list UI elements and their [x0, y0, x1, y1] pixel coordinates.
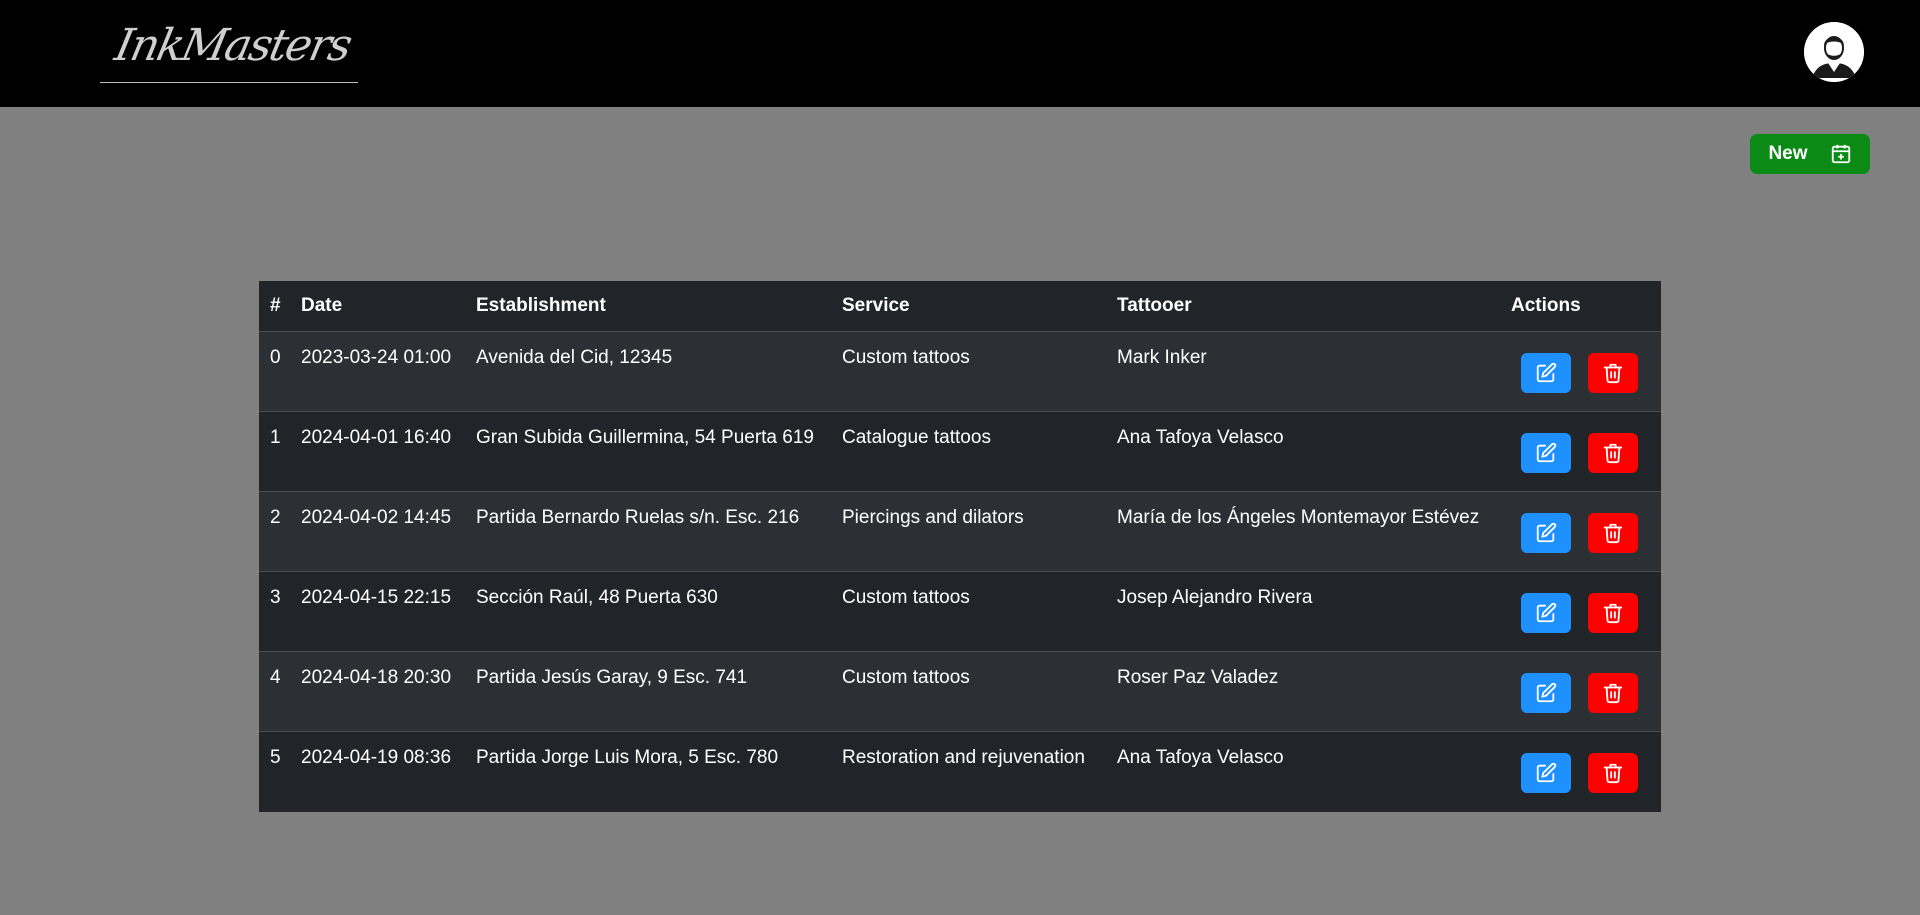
brand-name: InkMasters [110, 20, 356, 71]
new-button-label: New [1768, 143, 1808, 164]
edit-button[interactable] [1521, 673, 1571, 713]
user-avatar-icon[interactable] [1804, 22, 1864, 82]
cell-tattooer: Josep Alejandro Rivera [1106, 571, 1500, 652]
cell-id: 0 [259, 331, 290, 412]
column-header-id: # [259, 281, 290, 332]
cell-service: Piercings and dilators [831, 491, 1106, 572]
cell-tattooer: Mark Inker [1106, 331, 1500, 412]
edit-button[interactable] [1521, 593, 1571, 633]
calendar-plus-icon [1830, 143, 1852, 165]
table-header-row: # Date Establishment Service Tattooer Ac… [259, 281, 1661, 332]
cell-date: 2024-04-01 16:40 [290, 411, 465, 492]
cell-actions [1500, 331, 1661, 412]
new-appointment-button[interactable]: New [1750, 134, 1870, 174]
cell-id: 1 [259, 411, 290, 492]
cell-service: Restoration and rejuvenation [842, 747, 1085, 768]
cell-date: 2024-04-15 22:15 [290, 571, 465, 652]
delete-button[interactable] [1588, 673, 1638, 713]
cell-id: 3 [259, 571, 290, 652]
edit-button[interactable] [1521, 513, 1571, 553]
navbar: InkMasters [0, 0, 1920, 107]
cell-establishment: Avenida del Cid, 12345 [465, 331, 831, 412]
edit-icon [1535, 442, 1557, 464]
brand-logo[interactable]: InkMasters [100, 14, 358, 83]
cell-id: 2 [259, 491, 290, 572]
edit-icon [1535, 362, 1557, 384]
cell-establishment: Sección Raúl, 48 Puerta 630 [465, 571, 831, 652]
cell-actions [1500, 491, 1661, 572]
cell-service: Custom tattoos [831, 571, 1106, 652]
column-header-date: Date [290, 281, 465, 332]
table-row: 4 2024-04-18 20:30 Partida Jesús Garay, 9 … [259, 651, 1661, 732]
trash-icon [1602, 442, 1624, 464]
table-row: 0 2023-03-24 01:00 Avenida del Cid, 12345 C… [259, 331, 1661, 412]
trash-icon [1602, 762, 1624, 784]
edit-icon [1535, 602, 1557, 624]
edit-button[interactable] [1521, 753, 1571, 793]
cell-service: Catalogue tattoos [831, 411, 1106, 492]
edit-button[interactable] [1521, 353, 1571, 393]
delete-button[interactable] [1588, 513, 1638, 553]
cell-actions [1500, 651, 1661, 732]
trash-icon [1602, 682, 1624, 704]
delete-button[interactable] [1588, 353, 1638, 393]
cell-establishment: Partida Jorge Luis Mora, 5 Esc. 780 [476, 747, 779, 768]
column-header-establishment: Establishment [465, 281, 831, 332]
cell-date: 2024-04-02 14:45 [290, 491, 465, 572]
column-header-actions: Actions [1500, 281, 1661, 332]
cell-tattooer: Roser Paz Valadez [1106, 651, 1500, 732]
delete-button[interactable] [1588, 753, 1638, 793]
cell-date: 2023-03-24 01:00 [290, 331, 465, 412]
table-row: 2 2024-04-02 14:45 Partida Bernardo Ruelas… [259, 491, 1661, 572]
cell-establishment: Partida Bernardo Ruelas s/n. Esc. 216 [465, 491, 831, 572]
cell-actions [1500, 732, 1661, 812]
cell-date: 2024-04-19 08:36 [301, 747, 452, 768]
cell-id: 4 [259, 651, 290, 732]
column-header-tattooer: Tattooer [1106, 281, 1500, 332]
delete-button[interactable] [1588, 593, 1638, 633]
trash-icon [1602, 362, 1624, 384]
cell-establishment: Partida Jesús Garay, 9 Esc. 741 [465, 651, 831, 732]
cell-service: Custom tattoos [831, 331, 1106, 412]
edit-button[interactable] [1521, 433, 1571, 473]
edit-icon [1535, 522, 1557, 544]
cell-tattooer: Ana Tafoya Velasco [1117, 747, 1284, 768]
cell-actions [1500, 571, 1661, 652]
trash-icon [1602, 602, 1624, 624]
cell-establishment: Gran Subida Guillermina, 54 Puerta 619 [465, 411, 831, 492]
edit-icon [1535, 762, 1557, 784]
table-row: 3 2024-04-15 22:15 Sección Raúl, 48 Puerta… [259, 571, 1661, 652]
appointments-table: # Date Establishment Service Tattooer Ac… [259, 281, 1661, 812]
table-row: 1 2024-04-01 16:40 Gran Subida Guillermina… [259, 411, 1661, 492]
table-row: 5 2024-04-19 08:36 Partida Jorge Luis Mora… [259, 731, 1661, 812]
edit-icon [1535, 682, 1557, 704]
delete-button[interactable] [1588, 433, 1638, 473]
cell-tattooer: Ana Tafoya Velasco [1106, 411, 1500, 492]
cell-tattooer: María de los Ángeles Montemayor Estévez [1106, 491, 1500, 572]
cell-date: 2024-04-18 20:30 [290, 651, 465, 732]
trash-icon [1602, 522, 1624, 544]
column-header-service: Service [831, 281, 1106, 332]
cell-actions [1500, 411, 1661, 492]
cell-id: 5 [270, 747, 281, 768]
cell-service: Custom tattoos [831, 651, 1106, 732]
